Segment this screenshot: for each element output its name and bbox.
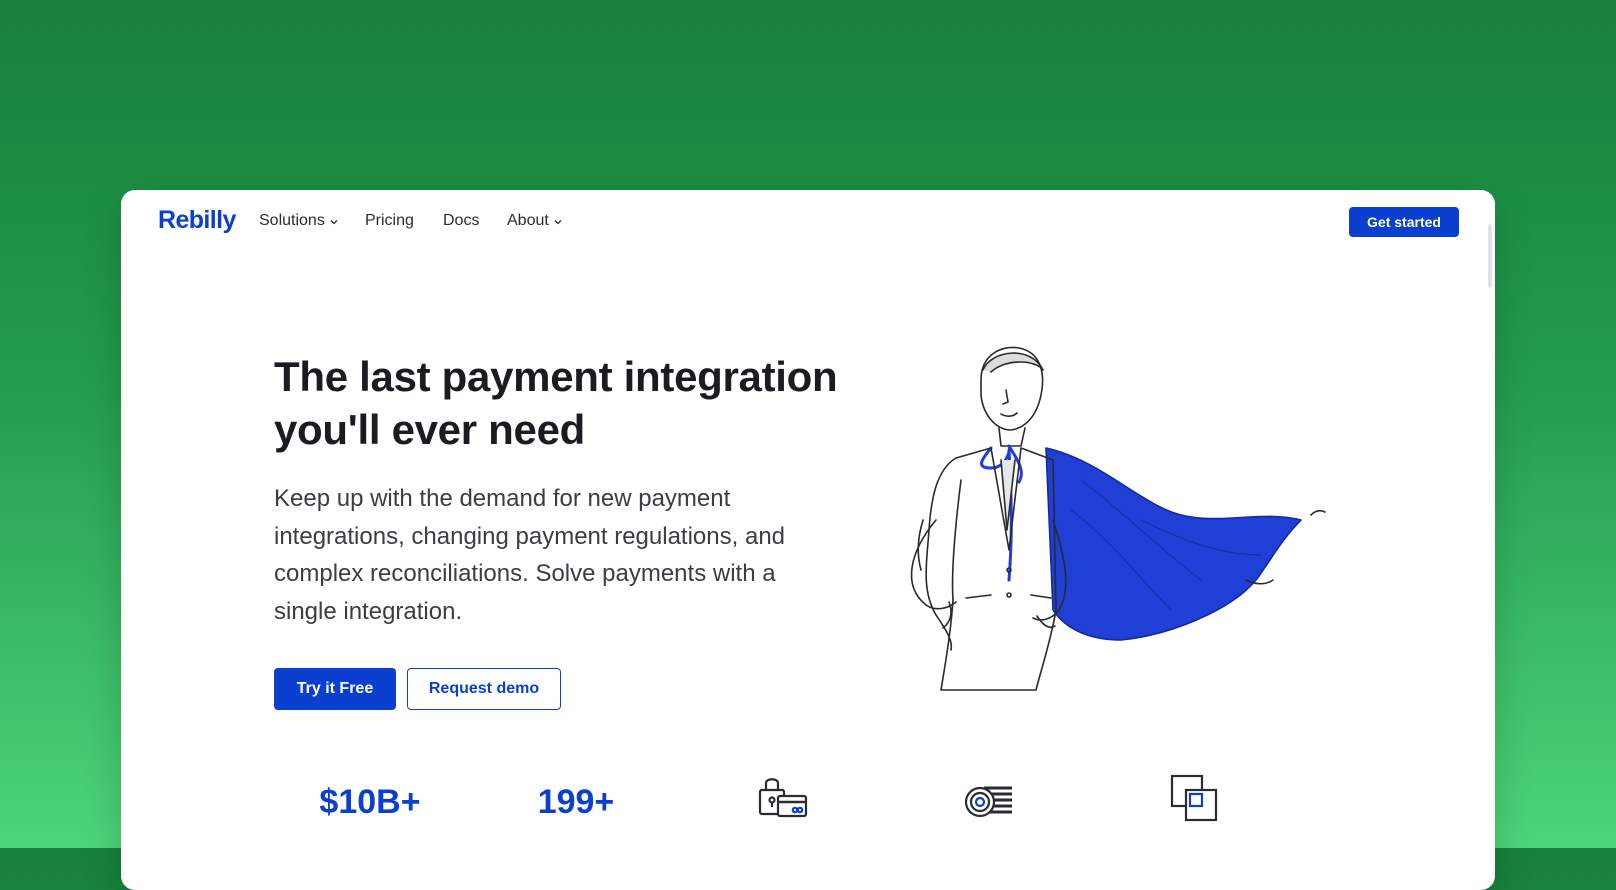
nav-item-label: Docs xyxy=(443,212,480,229)
overlapping-squares-icon xyxy=(1170,774,1218,822)
coins-gear-icon xyxy=(964,786,1012,818)
get-started-button[interactable]: Get started xyxy=(1349,207,1459,237)
nav-item-label: Pricing xyxy=(365,212,414,229)
rebilly-logo[interactable]: Rebilly xyxy=(158,206,236,235)
nav-item-label: About xyxy=(507,212,549,229)
top-navigation: Rebilly Solutions Pricing Docs About Get… xyxy=(121,190,1495,254)
hero-subtitle: Keep up with the demand for new payment … xyxy=(274,485,786,625)
nav-item-docs[interactable]: Docs xyxy=(443,212,479,230)
nav-item-about[interactable]: About xyxy=(507,212,563,230)
chevron-down-icon xyxy=(330,220,338,225)
nav-item-label: Solutions xyxy=(259,212,325,229)
chevron-down-icon xyxy=(554,220,562,225)
businessman-with-blue-cape-illustration xyxy=(910,346,1326,691)
stat-value: $10B+ xyxy=(319,783,421,821)
nav-item-solutions[interactable]: Solutions xyxy=(259,212,339,230)
hero-title: The last payment integration you'll ever… xyxy=(274,353,838,453)
nav-item-pricing[interactable]: Pricing xyxy=(365,212,414,230)
stat-value: 199+ xyxy=(537,783,615,821)
browser-window: Rebilly Solutions Pricing Docs About Get… xyxy=(121,190,1495,890)
request-demo-button[interactable]: Request demo xyxy=(407,668,561,710)
try-it-free-button[interactable]: Try it Free xyxy=(274,668,396,710)
secure-card-icon xyxy=(758,778,808,818)
